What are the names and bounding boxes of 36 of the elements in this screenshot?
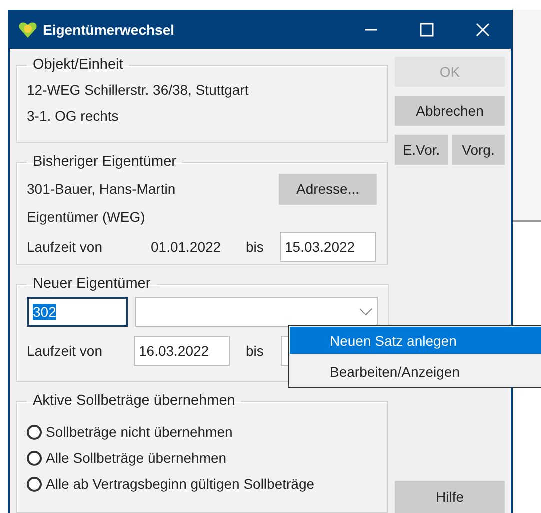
period-label: Laufzeit von (27, 239, 104, 256)
number-field[interactable]: 302 (27, 297, 128, 328)
heart-logo-icon (18, 20, 38, 40)
object-text: 3-1. OG rechts (27, 107, 120, 126)
date-field[interactable]: 16.03.2022 (134, 336, 230, 366)
radio-button[interactable] (27, 450, 42, 466)
menu-item[interactable]: Neuen Satz anlegen (290, 327, 541, 354)
owner-role: Eigentümer (WEG) (27, 208, 146, 228)
radio-option[interactable]: Alle Sollbeträge übernehmen (27, 445, 377, 472)
small-button[interactable]: E.Vor. (395, 135, 448, 165)
radio-option[interactable]: Alle ab Vertragsbeginn gültigen Sollbeträge (27, 471, 377, 498)
help-button[interactable]: Hilfe (395, 481, 505, 513)
menu-item[interactable]: Bearbeiten/Anzeigen (290, 358, 541, 385)
group-title: Aktive Sollbeträge übernehmen (32, 393, 236, 410)
chevron-down-icon (359, 308, 373, 316)
radio-button[interactable] (27, 476, 42, 492)
date-field[interactable]: 15.03.2022 (280, 232, 376, 262)
group-title: Neuer Eigentümer (32, 276, 152, 292)
owner-dropdown[interactable] (135, 297, 378, 328)
date-text: 01.01.2022 (151, 239, 222, 256)
radio-button[interactable] (27, 424, 42, 440)
minimize-icon (364, 28, 378, 30)
address-button[interactable]: Adresse... (279, 174, 377, 205)
small-button[interactable]: Vorg. (452, 135, 505, 165)
bis-label: bis (246, 239, 265, 256)
close-icon (476, 22, 490, 36)
bis-label: bis (245, 343, 265, 360)
object-text: 12-WEG Schillerstr. 36/38, Stuttgart (27, 81, 250, 100)
group-title: Objekt/Einheit (32, 57, 124, 73)
owner-name: 301-Bauer, Hans-Martin (27, 181, 177, 198)
period-label: Laufzeit von (27, 343, 104, 360)
maximize-icon (420, 22, 434, 36)
group-title: Bisheriger Eigentümer (32, 154, 178, 170)
window-title: Eigentümerwechsel (43, 22, 176, 38)
cancel-button[interactable]: Abbrechen (395, 96, 505, 126)
radio-option[interactable]: Sollbeträge nicht übernehmen (27, 419, 377, 446)
